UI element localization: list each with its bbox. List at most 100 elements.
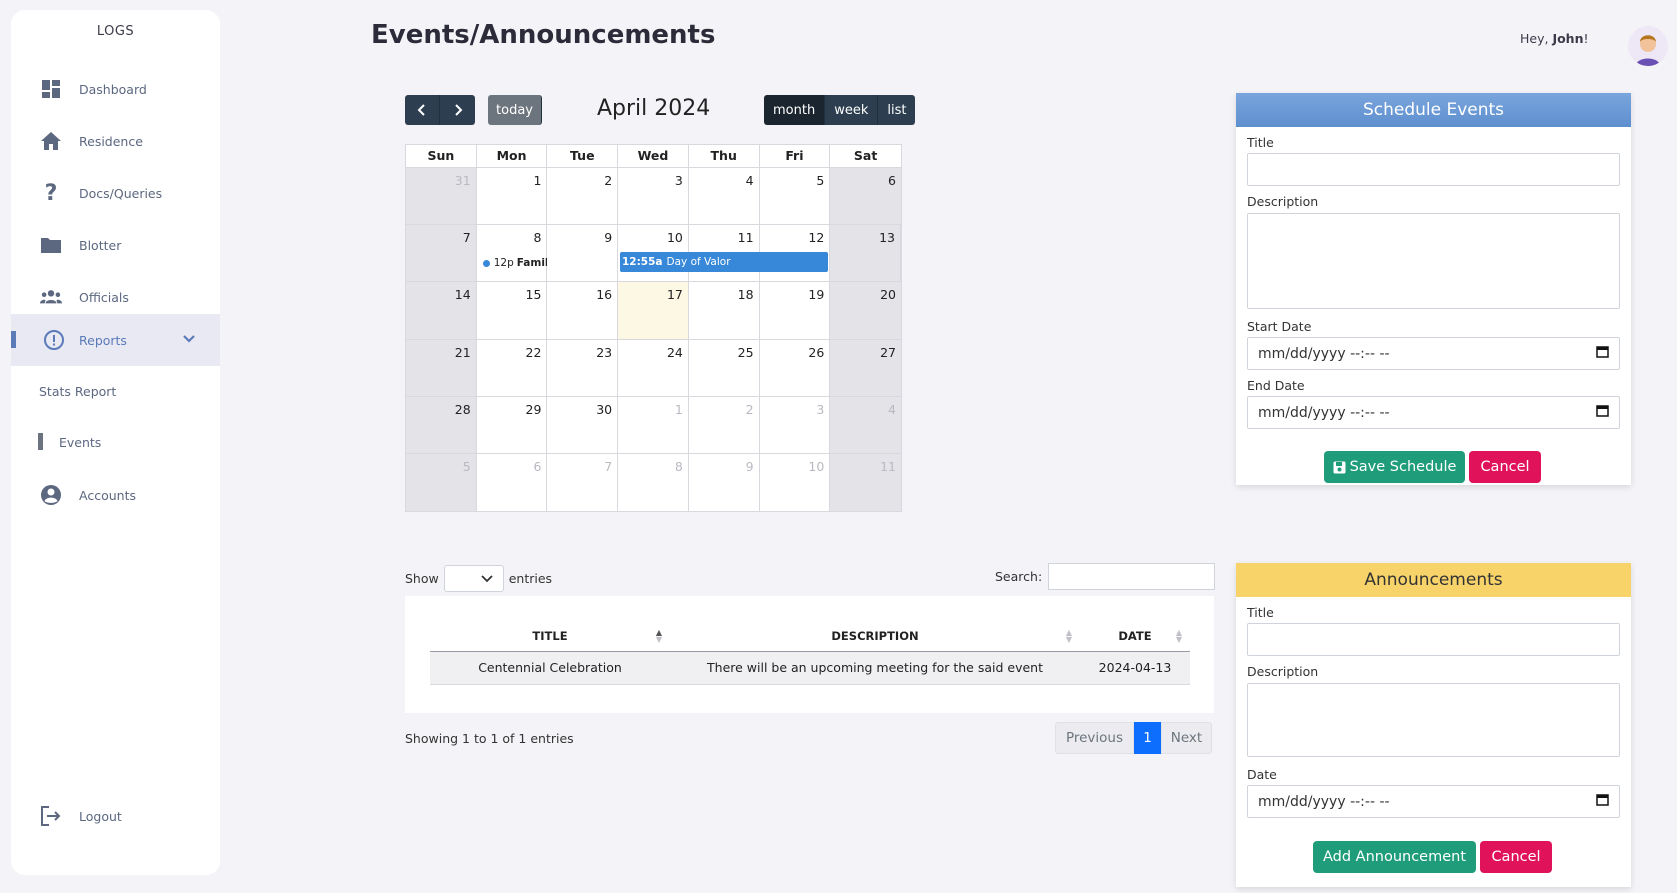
next-month-button[interactable]: [440, 95, 475, 125]
save-schedule-button[interactable]: Save Schedule: [1324, 451, 1465, 483]
calendar-icon[interactable]: [1596, 345, 1609, 362]
announcement-date-input[interactable]: mm/dd/yyyy --:-- --: [1247, 785, 1620, 818]
calendar-day[interactable]: 29: [476, 396, 548, 453]
chevron-right-icon: [454, 104, 462, 116]
column-header-title[interactable]: TITLE ▲ ▼: [430, 621, 670, 652]
calendar-day[interactable]: 30: [547, 396, 619, 453]
group-icon: [40, 286, 62, 308]
calendar-day[interactable]: 11: [830, 453, 901, 512]
end-date-input[interactable]: mm/dd/yyyy --:-- --: [1247, 396, 1620, 429]
sidebar-subitem-events[interactable]: Events: [11, 427, 220, 457]
sidebar-subitem-stats-report[interactable]: Stats Report: [11, 376, 220, 406]
pagination-page[interactable]: 1: [1134, 722, 1161, 754]
calendar-day[interactable]: 2: [688, 396, 760, 453]
sidebar-item-reports[interactable]: Reports: [11, 314, 220, 366]
calendar-day[interactable]: 10: [759, 453, 831, 512]
schedule-description-input[interactable]: [1247, 213, 1620, 309]
avatar[interactable]: [1628, 26, 1668, 66]
today-button[interactable]: today: [488, 95, 542, 125]
calendar-day[interactable]: 6: [830, 168, 901, 225]
calendar-day[interactable]: 31: [406, 168, 477, 225]
view-week-button[interactable]: week: [825, 95, 879, 125]
day-number: 13: [879, 230, 895, 246]
logout-button[interactable]: Logout: [11, 790, 220, 842]
schedule-title-input[interactable]: [1247, 153, 1620, 186]
calendar-day[interactable]: 22: [476, 339, 548, 396]
calendar-day[interactable]: 28: [406, 396, 477, 453]
sidebar-item-accounts[interactable]: Accounts: [11, 469, 220, 521]
search-input[interactable]: [1048, 563, 1216, 590]
calendar-day[interactable]: 3: [618, 168, 689, 225]
calendar-day[interactable]: 27: [830, 339, 901, 396]
sidebar-item-residence[interactable]: Residence: [11, 115, 220, 167]
column-header-description[interactable]: DESCRIPTION ▲ ▼: [670, 621, 1080, 652]
calendar-weekday-header: Sun Mon Tue Wed Thu Fri Sat: [406, 145, 901, 168]
calendar-day[interactable]: 1: [476, 168, 548, 225]
cancel-announcement-button[interactable]: Cancel: [1480, 841, 1552, 873]
calendar-day[interactable]: 5: [406, 453, 477, 512]
sidebar-item-blotter[interactable]: Blotter: [11, 219, 220, 271]
calendar-day[interactable]: 4: [830, 396, 901, 453]
chevron-down-icon[interactable]: [182, 332, 196, 347]
calendar-day[interactable]: 5: [759, 168, 831, 225]
sidebar-item-docs-queries[interactable]: ? Docs/Queries: [11, 167, 220, 219]
calendar-day[interactable]: 2: [547, 168, 619, 225]
calendar-day[interactable]: 13: [830, 225, 901, 282]
calendar-day[interactable]: 24: [618, 339, 689, 396]
prev-month-button[interactable]: [405, 95, 440, 125]
calendar-day[interactable]: 18: [688, 282, 760, 339]
cancel-schedule-button[interactable]: Cancel: [1469, 451, 1541, 483]
logout-icon: [40, 805, 62, 827]
pagination: Previous 1 Next: [1055, 722, 1212, 754]
announcement-title-input[interactable]: [1247, 623, 1620, 656]
calendar-day[interactable]: 21: [406, 339, 477, 396]
calendar-day[interactable]: 23: [547, 339, 619, 396]
date-placeholder: mm/dd/yyyy --:-- --: [1258, 345, 1390, 362]
calendar-day[interactable]: 8: [618, 453, 689, 512]
home-icon: [40, 130, 62, 152]
calendar-day[interactable]: 19: [759, 282, 831, 339]
pagination-previous[interactable]: Previous: [1055, 722, 1134, 754]
calendar-week: 5 6 7 8 9 10 11: [406, 453, 901, 512]
start-date-input[interactable]: mm/dd/yyyy --:-- --: [1247, 337, 1620, 370]
calendar-day[interactable]: 16: [547, 282, 619, 339]
calendar-day[interactable]: 7: [547, 453, 619, 512]
calendar-icon[interactable]: [1596, 793, 1609, 810]
calendar-event[interactable]: 12p Famil: [482, 257, 547, 269]
calendar-day[interactable]: 3: [759, 396, 831, 453]
sidebar-item-dashboard[interactable]: Dashboard: [11, 63, 220, 115]
greeting-suffix: !: [1583, 31, 1589, 46]
column-header-date[interactable]: DATE ▲ ▼: [1080, 621, 1190, 652]
calendar-day[interactable]: 1: [618, 396, 689, 453]
calendar-day[interactable]: 6: [476, 453, 548, 512]
column-label: DATE: [1118, 628, 1152, 643]
day-number: 10: [666, 230, 683, 246]
day-number: 9: [604, 230, 613, 246]
schedule-events-panel: Schedule Events Title Description Start …: [1236, 93, 1631, 485]
entries-select[interactable]: [443, 565, 504, 592]
announcement-description-input[interactable]: [1247, 683, 1620, 757]
calendar-day[interactable]: 14: [406, 282, 477, 339]
calendar-event-bar[interactable]: 12:55a Day of Valor: [620, 252, 828, 273]
calendar-day[interactable]: 4: [688, 168, 760, 225]
calendar-title: April 2024: [597, 96, 711, 121]
calendar-day[interactable]: 8 12p Famil: [476, 225, 548, 282]
calendar-day[interactable]: 26: [759, 339, 831, 396]
view-month-button[interactable]: month: [764, 95, 826, 125]
table-info: Showing 1 to 1 of 1 entries: [405, 731, 574, 746]
add-announcement-button[interactable]: Add Announcement: [1313, 841, 1476, 873]
calendar-icon[interactable]: [1596, 404, 1609, 421]
calendar-day[interactable]: 9: [547, 225, 619, 282]
calendar-day[interactable]: 15: [476, 282, 548, 339]
calendar-day[interactable]: 20: [830, 282, 901, 339]
active-indicator: [38, 433, 43, 450]
view-list-button[interactable]: list: [878, 95, 916, 125]
table-row[interactable]: Centennial Celebration There will be an …: [430, 651, 1190, 685]
calendar-day-today[interactable]: 17: [618, 282, 689, 339]
day-number: 26: [808, 344, 825, 360]
calendar-day[interactable]: 9: [688, 453, 760, 512]
day-number: 12: [808, 230, 825, 246]
calendar-day[interactable]: 7: [406, 225, 477, 282]
calendar-day[interactable]: 25: [688, 339, 760, 396]
pagination-next[interactable]: Next: [1161, 722, 1212, 754]
